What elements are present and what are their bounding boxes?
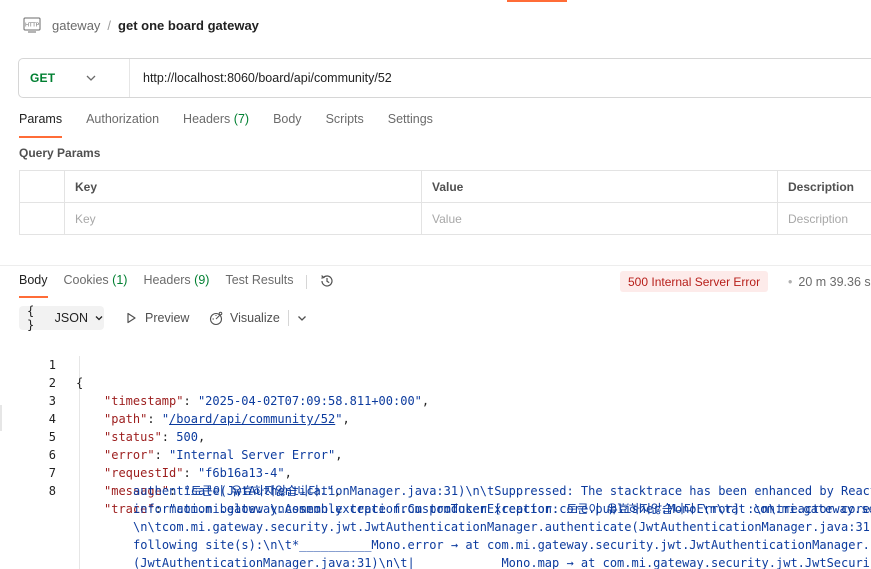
tab-label: Authorization bbox=[86, 112, 160, 126]
url-input[interactable]: http://localhost:8060/board/api/communit… bbox=[130, 71, 392, 85]
tab-headers[interactable]: Headers (7) bbox=[183, 112, 249, 138]
tab-cookies[interactable]: Cookies (1) bbox=[64, 273, 128, 298]
url-bar: GET http://localhost:8060/board/api/comm… bbox=[18, 58, 871, 98]
tab-label: Scripts bbox=[325, 112, 364, 126]
pane-divider[interactable] bbox=[0, 265, 871, 266]
tab-count: (1) bbox=[112, 273, 128, 287]
tab-label: Settings bbox=[387, 112, 433, 126]
value-column-header: Value bbox=[421, 170, 778, 203]
table-row: Key Value Description bbox=[19, 202, 871, 235]
response-time[interactable]: • 20 m 39.36 s bbox=[788, 275, 871, 289]
status-badge[interactable]: 500 Internal Server Error bbox=[620, 271, 769, 292]
trace-continuation: authenticate(JwtAuthenticationManager.ja… bbox=[133, 484, 871, 498]
tab-label: Headers bbox=[183, 112, 231, 126]
description-input[interactable]: Description bbox=[777, 202, 871, 235]
tab-label: Test Results bbox=[225, 273, 294, 287]
method-label: GET bbox=[30, 71, 56, 85]
preview-label: Preview bbox=[145, 311, 190, 325]
tab-count: (7) bbox=[233, 112, 250, 126]
tab-body[interactable]: Body bbox=[273, 112, 302, 138]
tab-authorization[interactable]: Authorization bbox=[86, 112, 159, 138]
request-tabs: Params Authorization Headers (7) Body Sc… bbox=[19, 112, 457, 138]
request-title[interactable]: get one board gateway bbox=[118, 18, 259, 33]
braces-icon: { } bbox=[27, 304, 35, 332]
code-line: 7 "message": "토큰이 유효하지않습니다.", bbox=[0, 446, 871, 498]
svg-text:HTTP: HTTP bbox=[25, 23, 40, 29]
chevron-down-icon bbox=[94, 313, 104, 323]
query-params-title: Query Params bbox=[19, 146, 101, 160]
tab-label: Params bbox=[19, 112, 63, 126]
row-checkbox[interactable] bbox=[19, 202, 65, 235]
active-tab-accent bbox=[507, 0, 567, 2]
tab-response-headers[interactable]: Headers (9) bbox=[143, 273, 209, 298]
key-column-header: Key bbox=[64, 170, 422, 203]
description-column-header: Description bbox=[777, 170, 871, 203]
code-line: 5 "error": "Internal Server Error", bbox=[0, 410, 871, 462]
checkbox-column-header bbox=[19, 170, 65, 203]
trace-continuation: \n\tcom.mi.gateway.security.jwt.JwtAuthe… bbox=[133, 520, 871, 534]
tab-test-results[interactable]: Test Results bbox=[225, 273, 293, 298]
table-header-row: Key Value Description bbox=[19, 170, 871, 203]
breadcrumb: HTTP gateway / get one board gateway bbox=[22, 14, 259, 36]
code-line-wrapped: \n\tcom.mi.gateway.security.jwt.JwtAuthe… bbox=[0, 518, 871, 536]
format-label: JSON bbox=[54, 311, 88, 325]
tab-label: Cookies bbox=[63, 273, 109, 287]
tab-label: Headers bbox=[143, 273, 191, 287]
code-line-wrapped: authenticate(JwtAuthenticationManager.ja… bbox=[0, 482, 871, 500]
tab-count: (9) bbox=[194, 273, 210, 287]
visualize-button[interactable]: Visualize bbox=[208, 306, 280, 330]
tab-label: Body bbox=[19, 273, 48, 287]
visualize-label: Visualize bbox=[230, 311, 280, 325]
response-time-value: 20 m 39.36 s bbox=[798, 275, 871, 289]
code-line-wrapped: information below: \nAssembly trace from… bbox=[0, 500, 871, 518]
tab-separator bbox=[305, 275, 307, 289]
visualize-icon bbox=[208, 310, 224, 326]
method-select[interactable]: GET bbox=[19, 59, 130, 97]
chevron-down-icon bbox=[85, 72, 97, 84]
code-line-wrapped: (JwtAuthenticationManager.java:31)\n\t|_… bbox=[0, 554, 871, 569]
tab-settings[interactable]: Settings bbox=[388, 112, 433, 138]
format-select[interactable]: { } JSON bbox=[19, 304, 104, 332]
breadcrumb-separator: / bbox=[107, 17, 112, 33]
separator-dot: • bbox=[788, 275, 793, 289]
key-input[interactable]: Key bbox=[64, 202, 422, 235]
code-line: 4 "status": 500, bbox=[0, 392, 871, 444]
trace-continuation: following site(s):\n\t*__________Mono.er… bbox=[133, 538, 870, 552]
response-body-viewer[interactable]: 1 { 2 "timestamp": "2025-04-02T07:09:58.… bbox=[0, 338, 871, 569]
code-line: 6 "requestId": "f6b16a13-4", bbox=[0, 428, 871, 480]
play-icon bbox=[123, 310, 139, 326]
code-line: 2 "timestamp": "2025-04-02T07:09:58.811+… bbox=[0, 356, 871, 408]
query-params-table: Key Value Description Key Value Descript… bbox=[19, 170, 871, 235]
tab-params[interactable]: Params bbox=[19, 112, 63, 138]
code-line: 3 "path": "/board/api/community/52", bbox=[0, 374, 871, 426]
tab-scripts[interactable]: Scripts bbox=[326, 112, 364, 138]
breadcrumb-parent[interactable]: gateway bbox=[52, 18, 100, 33]
http-request-icon: HTTP bbox=[22, 15, 42, 35]
trace-continuation: (JwtAuthenticationManager.java:31)\n\t|_… bbox=[133, 556, 870, 569]
code-line-wrapped: following site(s):\n\t*__________Mono.er… bbox=[0, 536, 871, 554]
preview-button[interactable]: Preview bbox=[123, 306, 189, 330]
code-line: 8 "trace": "com.mi.gateway.common.except… bbox=[0, 464, 871, 516]
code-line: 1 { bbox=[0, 338, 871, 390]
value-input[interactable]: Value bbox=[421, 202, 778, 235]
trace-continuation: information below: \nAssembly trace from… bbox=[133, 502, 871, 516]
tab-label: Body bbox=[273, 112, 302, 126]
history-icon[interactable] bbox=[319, 273, 335, 289]
response-tabs: Body Cookies (1) Headers (9) Test Result… bbox=[19, 273, 335, 298]
tab-response-body[interactable]: Body bbox=[19, 273, 48, 298]
toolbar-separator bbox=[288, 310, 289, 326]
chevron-down-icon[interactable] bbox=[296, 312, 308, 324]
